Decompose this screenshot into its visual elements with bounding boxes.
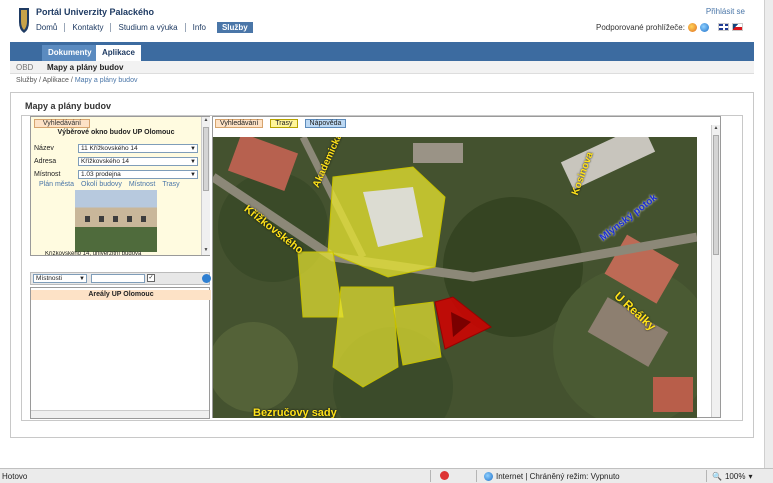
address-value: Křížkovského 14	[81, 157, 130, 165]
building-search-window: Vyhledávání Výběrové okno budov UP Olomo…	[30, 116, 210, 257]
name-row: Název 11 Křížkovského 14 ▼	[34, 143, 201, 153]
routes-link[interactable]: Trasy	[162, 181, 179, 188]
security-icon[interactable]	[440, 471, 449, 480]
areas-list: Areály UP Olomouc	[30, 287, 211, 419]
address-select[interactable]: Křížkovského 14 ▼	[78, 156, 198, 166]
areas-heading: Areály UP Olomouc	[31, 290, 211, 300]
building-photo	[75, 190, 157, 252]
room-link[interactable]: Místnost	[129, 181, 155, 188]
search-button[interactable]: Vyhledávání	[34, 119, 90, 128]
map-window: Vyhledávání Trasy Nápověda Akademická Kř…	[212, 116, 721, 418]
czech-flag-icon[interactable]	[732, 23, 743, 31]
map-scrollbar[interactable]: ▲	[711, 125, 720, 417]
panel-title: Mapy a plány budov	[25, 101, 112, 111]
address-label: Adresa	[34, 157, 57, 165]
filter-checkbox[interactable]: ✓	[147, 274, 155, 282]
top-nav: Domů Kontakty Studium a výuka Info Služb…	[36, 22, 253, 33]
search-links: Plán města Okolí budovy Místnost Trasy	[39, 181, 180, 188]
nav-home[interactable]: Domů	[36, 23, 64, 32]
zoom-control[interactable]: 🔍 100% ▾	[712, 472, 752, 481]
map-tabs: Vyhledávání Trasy Nápověda	[215, 119, 347, 128]
filter-row: Místnosti ▼ ✓	[30, 272, 211, 285]
name-label: Název	[34, 144, 54, 152]
dropdown-arrow-icon: ▼	[79, 276, 85, 282]
university-logo[interactable]	[18, 6, 30, 34]
section-tabbar: Dokumenty Aplikace	[10, 42, 754, 61]
address-row: Adresa Křížkovského 14 ▼	[34, 156, 201, 166]
scroll-up-icon[interactable]: ▲	[712, 125, 720, 133]
nav-contacts[interactable]: Kontakty	[64, 23, 110, 32]
tab-documents[interactable]: Dokumenty	[42, 45, 98, 61]
header: Portál Univerzity Palackého Domů Kontakt…	[0, 0, 773, 42]
internet-explorer-icon[interactable]	[699, 23, 709, 32]
nav-info[interactable]: Info	[184, 23, 213, 32]
window-scrollbar[interactable]	[764, 0, 773, 468]
scroll-up-icon[interactable]: ▲	[202, 117, 210, 125]
dropdown-arrow-icon: ▼	[190, 171, 196, 178]
map-tab-help[interactable]: Nápověda	[304, 119, 347, 128]
breadcrumb-current[interactable]: Mapy a plány budov	[75, 77, 138, 84]
sub-navigation: OBD Mapy a plány budov	[10, 61, 754, 74]
sub-nav-maps[interactable]: Mapy a plány budov	[47, 63, 123, 72]
supported-browsers-label: Podporované prohlížeče:	[596, 23, 685, 32]
nav-services[interactable]: Služby	[216, 22, 253, 33]
building-surroundings-link[interactable]: Okolí budovy	[81, 181, 122, 188]
login-link[interactable]: Přihlásit se	[706, 7, 745, 16]
map-tab-search[interactable]: Vyhledávání	[215, 119, 264, 128]
scroll-down-icon[interactable]: ▼	[202, 247, 210, 255]
dropdown-arrow-icon: ▼	[190, 145, 196, 152]
browser-status-bar: Hotovo Internet | Chráněný režim: Vypnut…	[0, 468, 773, 483]
zoom-level: 100%	[724, 472, 746, 481]
satellite-map[interactable]: Akademická Křížkovského Kosinova Mlýnský…	[213, 137, 697, 418]
room-label: Místnost	[34, 170, 61, 178]
status-text: Hotovo	[2, 472, 28, 481]
search-window-heading: Výběrové okno budov UP Olomouc	[57, 129, 175, 136]
map-label-bezrucovy-sady: Bezručovy sady	[253, 407, 337, 418]
breadcrumb-separator: /	[38, 77, 41, 84]
breadcrumb: Služby / Aplikace / Mapy a plány budov	[16, 77, 137, 84]
supported-browsers: Podporované prohlížeče:	[596, 23, 709, 32]
breadcrumb-separator: /	[70, 77, 73, 84]
portal-title[interactable]: Portál Univerzity Palackého	[36, 7, 154, 17]
firefox-icon[interactable]	[687, 23, 697, 32]
left-column: Vyhledávání Výběrové okno budov UP Olomo…	[30, 116, 211, 419]
search-window-scrollbar[interactable]: ▲ ▼	[201, 117, 210, 255]
internet-zone-icon	[484, 472, 493, 481]
name-select[interactable]: 11 Křížkovského 14 ▼	[78, 143, 198, 153]
photo-caption: Křížkovského 14, univerzitní budova	[45, 251, 142, 257]
city-plan-link[interactable]: Plán města	[39, 181, 74, 188]
room-select[interactable]: 1.03 prodejna ▼	[78, 169, 198, 179]
sub-nav-obd[interactable]: OBD	[16, 63, 33, 72]
breadcrumb-applications[interactable]: Aplikace	[42, 77, 68, 84]
room-row: Místnost 1.03 prodejna ▼	[34, 169, 201, 179]
filter-input[interactable]	[91, 274, 145, 283]
areas-horizontal-scrollbar[interactable]	[31, 410, 209, 418]
scroll-thumb[interactable]	[713, 135, 719, 255]
name-value: 11 Křížkovského 14	[81, 144, 138, 152]
nav-study[interactable]: Studium a výuka	[110, 23, 184, 32]
english-flag-icon[interactable]	[718, 23, 729, 31]
tab-applications[interactable]: Aplikace	[96, 45, 141, 61]
room-value: 1.03 prodejna	[81, 170, 121, 178]
map-canvas	[213, 137, 697, 418]
dropdown-arrow-icon: ▼	[190, 158, 196, 165]
security-zone[interactable]: Internet | Chráněný režim: Vypnuto	[484, 472, 620, 481]
filter-go-icon[interactable]	[202, 274, 211, 283]
chevron-down-icon: ▾	[748, 472, 753, 481]
scroll-thumb[interactable]	[203, 127, 209, 191]
security-zone-text: Internet | Chráněný režim: Vypnuto	[496, 472, 620, 481]
map-tab-routes[interactable]: Trasy	[270, 119, 298, 128]
breadcrumb-services[interactable]: Služby	[16, 77, 37, 84]
filter-type-value: Místnosti	[36, 275, 63, 282]
language-flags	[718, 23, 743, 31]
zoom-icon: 🔍	[712, 472, 722, 481]
filter-type-select[interactable]: Místnosti ▼	[33, 274, 87, 283]
